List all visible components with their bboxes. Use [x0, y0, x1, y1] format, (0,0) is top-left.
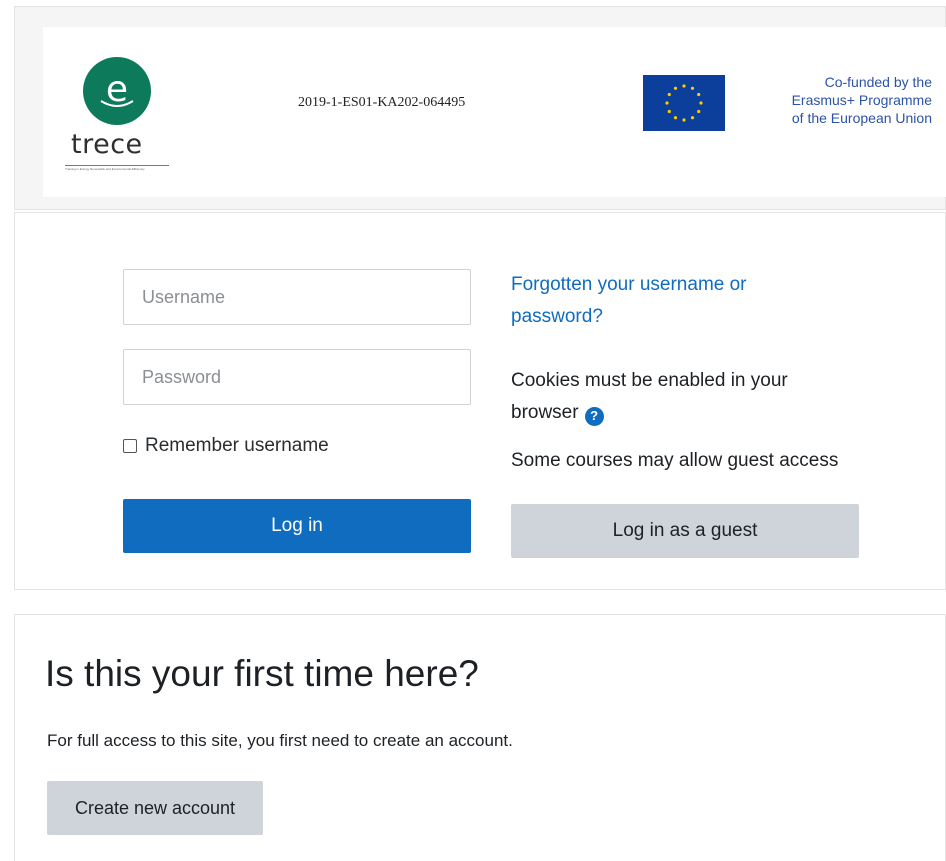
eu-funding-line2: Erasmus+ Programme [791, 92, 932, 108]
logo-tagline: Training in Energy Renewable and Environ… [65, 167, 145, 171]
login-button[interactable]: Log in [123, 499, 471, 553]
eu-funding-text: Co-funded by the Erasmus+ Programme of t… [792, 73, 932, 127]
login-form-card: Remember username Log in Forgotten your … [14, 212, 946, 590]
cookies-notice: Cookies must be enabled in your browser? [511, 365, 851, 429]
logo-divider [65, 165, 169, 166]
header-inner: e trece Training in Energy Renewable and… [43, 27, 946, 197]
logo-e-icon: e [100, 69, 134, 110]
project-code: 2019-1-ES01-KA202-064495 [298, 95, 466, 110]
header-banner: e trece Training in Energy Renewable and… [14, 6, 946, 210]
signup-title: Is this your first time here? [45, 653, 479, 694]
signup-card: Is this your first time here? For full a… [14, 614, 946, 861]
remember-username-label: Remember username [145, 435, 329, 456]
logo-word: trece [71, 129, 143, 160]
remember-username[interactable]: Remember username [123, 435, 329, 457]
eu-flag [643, 75, 725, 131]
eu-funding-line3: of the European Union [791, 110, 932, 126]
cookies-notice-text: Cookies must be enabled in your browser [511, 370, 788, 423]
eu-stars-icon [665, 84, 703, 122]
signup-description: For full access to this site, you first … [47, 731, 513, 750]
trece-logo-circle: e [83, 57, 151, 125]
trece-logo: e trece Training in Energy Renewable and… [65, 53, 177, 173]
create-account-button[interactable]: Create new account [47, 781, 263, 835]
eu-funding-line1: Co-funded by the [824, 74, 932, 90]
forgot-password-link[interactable]: Forgotten your username or password? [511, 269, 811, 333]
username-input[interactable] [123, 269, 471, 325]
remember-username-checkbox[interactable] [123, 439, 137, 453]
guest-access-note: Some courses may allow guest access [511, 450, 839, 471]
password-input[interactable] [123, 349, 471, 405]
guest-login-button[interactable]: Log in as a guest [511, 504, 859, 558]
question-circle-icon[interactable]: ? [584, 406, 604, 426]
